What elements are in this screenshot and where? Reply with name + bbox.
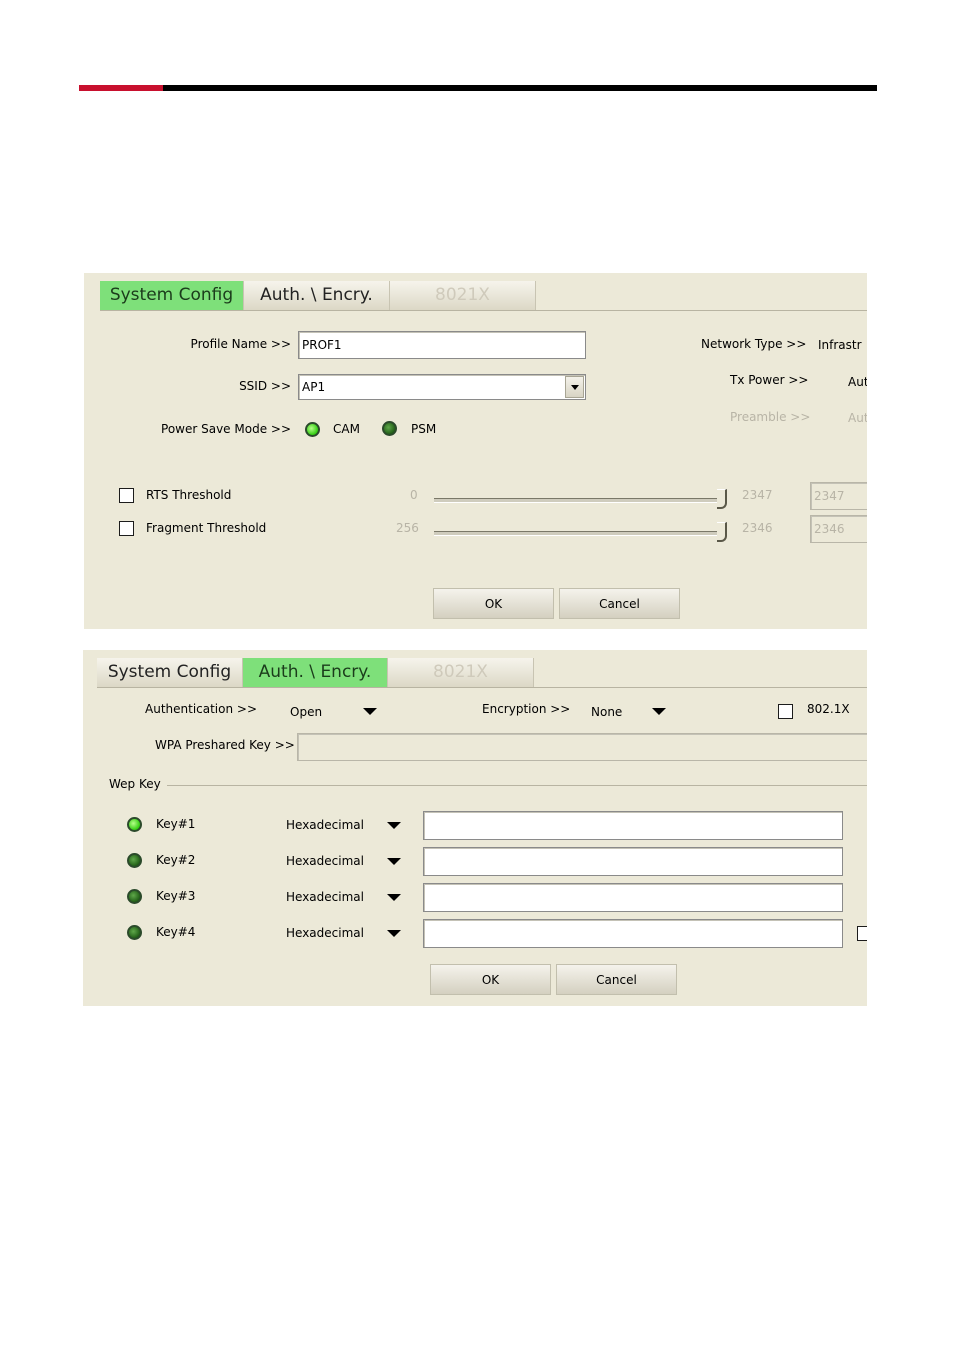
tx-power-value[interactable]: Aut — [848, 375, 867, 389]
key4-format-dropdown-icon[interactable] — [387, 930, 401, 937]
key2-input[interactable] — [423, 847, 843, 876]
key1-radio[interactable] — [127, 817, 142, 832]
rts-slider-thumb[interactable] — [717, 489, 727, 509]
key2-radio[interactable] — [127, 853, 142, 868]
cancel-button[interactable]: Cancel — [556, 964, 677, 995]
authentication-label: Authentication >> — [145, 702, 258, 716]
key1-format-dropdown-icon[interactable] — [387, 822, 401, 829]
key3-format-dropdown-icon[interactable] — [387, 894, 401, 901]
dot1x-label: 802.1X — [807, 702, 850, 716]
key1-input[interactable] — [423, 811, 843, 840]
tab-system-config[interactable]: System Config — [100, 281, 244, 310]
key3-input[interactable] — [423, 883, 843, 912]
ssid-label: SSID >> — [239, 379, 291, 393]
dot1x-checkbox[interactable] — [778, 704, 793, 719]
network-type-label: Network Type >> — [701, 337, 807, 351]
cancel-button[interactable]: Cancel — [559, 588, 680, 619]
profile-name-input[interactable]: PROF1 — [298, 331, 586, 359]
fragment-slider-track[interactable] — [434, 531, 717, 536]
ok-button[interactable]: OK — [433, 588, 554, 619]
rts-min-label: 0 — [410, 488, 418, 502]
authentication-dropdown-icon[interactable] — [363, 708, 377, 715]
wpa-preshared-key-label: WPA Preshared Key >> — [155, 738, 295, 752]
encryption-dropdown-icon[interactable] — [652, 708, 666, 715]
key4-input[interactable] — [423, 919, 843, 948]
tab-divider — [97, 687, 867, 688]
key2-label: Key#2 — [156, 853, 196, 867]
fragment-threshold-label: Fragment Threshold — [146, 521, 267, 535]
system-config-panel: System Config Auth. \ Encry. 8021X Profi… — [84, 273, 867, 629]
key4-format-select[interactable]: Hexadecimal — [286, 926, 364, 940]
rts-slider-track[interactable] — [434, 498, 717, 503]
fragment-threshold-checkbox[interactable] — [119, 521, 134, 536]
key1-format-select[interactable]: Hexadecimal — [286, 818, 364, 832]
header-accent-red — [79, 85, 163, 91]
key3-label: Key#3 — [156, 889, 196, 903]
key1-label: Key#1 — [156, 817, 196, 831]
authentication-select[interactable]: Open — [290, 705, 322, 719]
key4-extra-checkbox[interactable] — [857, 926, 867, 941]
tab-divider — [100, 310, 867, 311]
tab-8021x: 8021X — [390, 281, 536, 310]
key3-radio[interactable] — [127, 889, 142, 904]
key2-format-dropdown-icon[interactable] — [387, 858, 401, 865]
fragment-value-field: 2346 — [810, 515, 867, 543]
auth-encry-panel: System Config Auth. \ Encry. 8021X Authe… — [83, 650, 867, 1006]
rts-threshold-checkbox[interactable] — [119, 488, 134, 503]
wep-key-group-line — [167, 785, 867, 786]
ok-button[interactable]: OK — [430, 964, 551, 995]
wpa-preshared-key-input[interactable] — [297, 733, 867, 761]
ssid-combobox[interactable]: AP1 — [298, 374, 586, 400]
fragment-slider-thumb[interactable] — [717, 522, 727, 542]
preamble-label: Preamble >> — [730, 410, 811, 424]
tab-8021x: 8021X — [388, 658, 534, 687]
rts-value-field: 2347 — [810, 482, 867, 510]
cam-label: CAM — [333, 422, 360, 436]
psm-label: PSM — [411, 422, 437, 436]
power-save-mode-label: Power Save Mode >> — [161, 422, 291, 436]
cam-radio[interactable] — [305, 422, 320, 437]
fragment-max-label: 2346 — [742, 521, 773, 535]
key3-format-select[interactable]: Hexadecimal — [286, 890, 364, 904]
profile-name-label: Profile Name >> — [190, 337, 291, 351]
wep-key-group-label: Wep Key — [109, 777, 161, 791]
network-type-value[interactable]: Infrastr — [818, 338, 862, 352]
psm-radio[interactable] — [382, 421, 397, 436]
tab-system-config[interactable]: System Config — [97, 658, 243, 687]
header-rule — [163, 85, 877, 91]
preamble-value: Aut — [848, 411, 867, 425]
key4-label: Key#4 — [156, 925, 196, 939]
rts-max-label: 2347 — [742, 488, 773, 502]
encryption-select[interactable]: None — [591, 705, 622, 719]
tab-auth-encry[interactable]: Auth. \ Encry. — [243, 658, 388, 687]
ssid-dropdown-button[interactable] — [565, 376, 584, 398]
tx-power-label: Tx Power >> — [730, 373, 809, 387]
key4-radio[interactable] — [127, 925, 142, 940]
rts-threshold-label: RTS Threshold — [146, 488, 232, 502]
tab-auth-encry[interactable]: Auth. \ Encry. — [244, 281, 390, 310]
fragment-min-label: 256 — [396, 521, 419, 535]
key2-format-select[interactable]: Hexadecimal — [286, 854, 364, 868]
encryption-label: Encryption >> — [482, 702, 571, 716]
